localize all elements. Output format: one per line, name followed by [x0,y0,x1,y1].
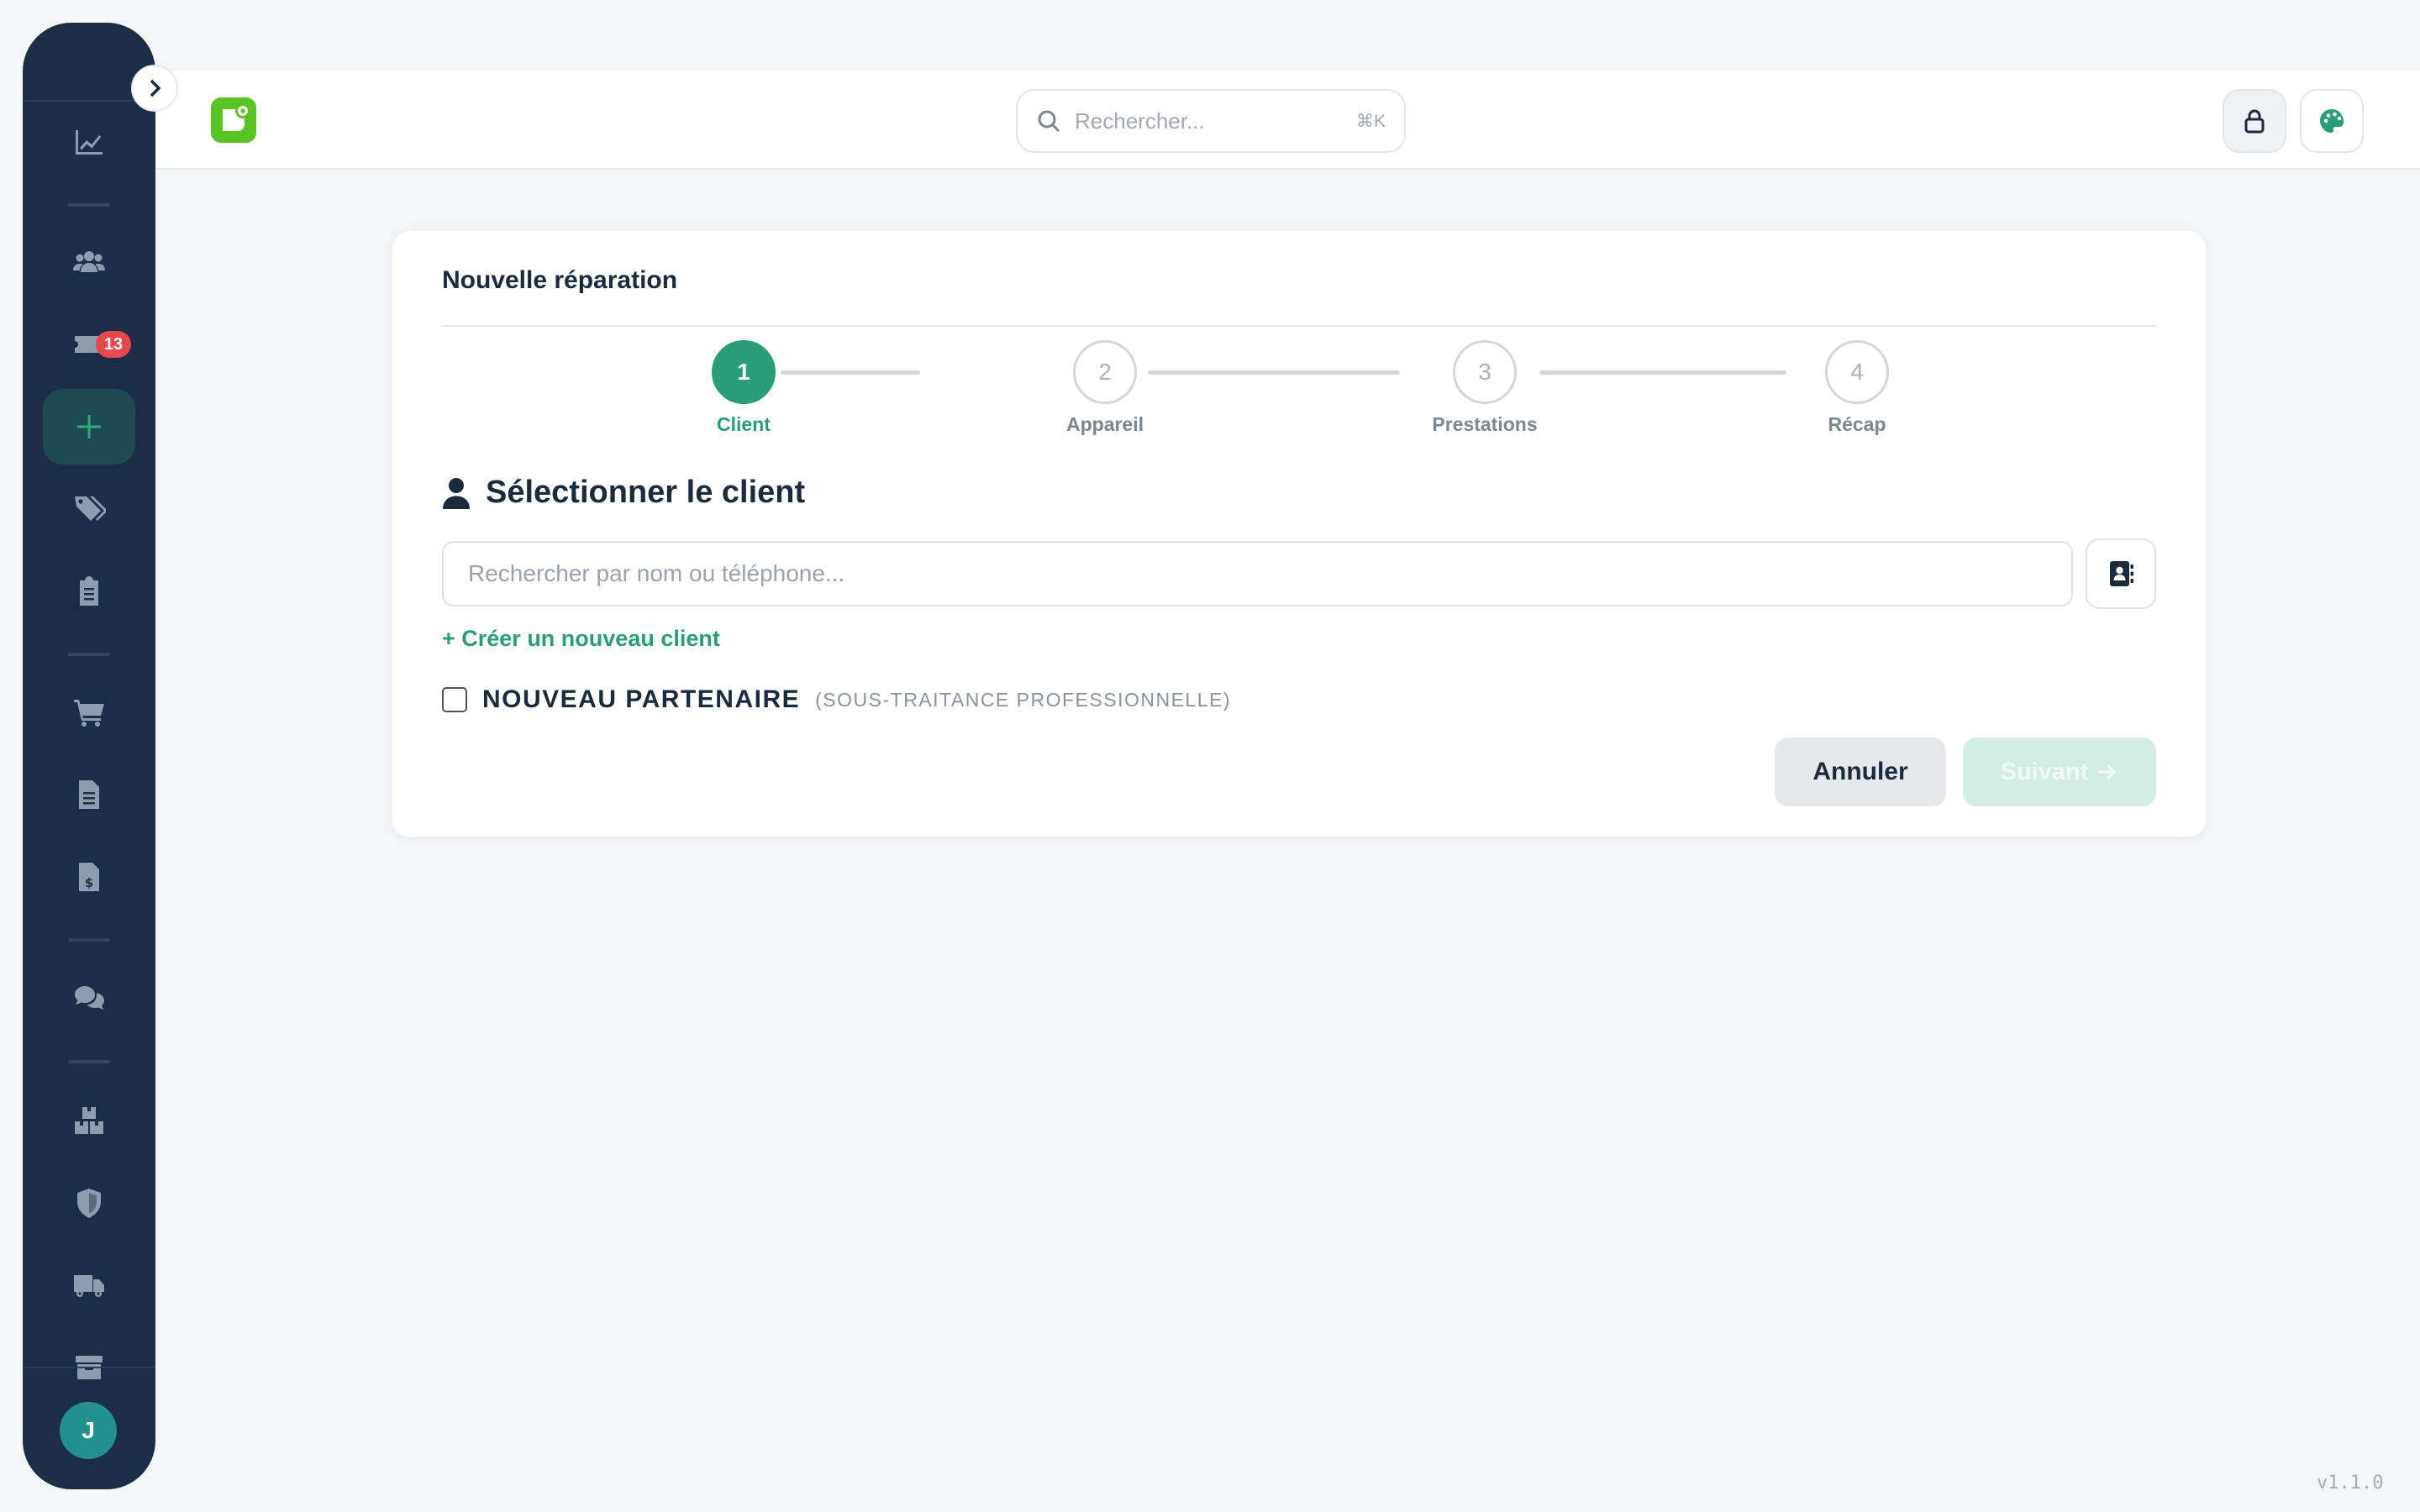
step-2-circle[interactable]: 2 [1073,340,1137,404]
file-invoice-dollar-icon: $ [79,863,99,891]
sidebar-item-warranty[interactable] [43,1165,135,1241]
users-icon [73,251,105,272]
sidebar-toggle-button[interactable] [131,65,178,112]
tags-icon [75,496,106,521]
step-3-label: Prestations [1432,413,1538,435]
clipboard-list-icon [80,576,98,606]
shield-icon [77,1189,101,1218]
step-2-label: Appareil [1065,413,1144,435]
chart-line-icon [76,130,103,155]
partner-checkbox[interactable] [442,687,467,712]
app-version: v1.1.0 [2317,1473,2384,1494]
stepper-connector [781,370,920,375]
arrow-right-icon [2098,764,2117,780]
notification-badge: 13 [96,331,131,358]
logo-icon [223,103,250,131]
sidebar-item-invoices[interactable]: $ [43,839,135,915]
cancel-button[interactable]: Annuler [1775,738,1946,806]
lock-button[interactable] [2223,89,2286,153]
file-lines-icon [79,780,99,809]
sidebar-item-tags[interactable] [43,471,135,547]
sidebar-item-clients[interactable] [43,224,135,300]
contacts-book-button[interactable] [2086,538,2156,609]
partner-checkbox-sublabel: (SOUS-TRAITANCE PROFESSIONNELLE) [815,688,1232,711]
boxes-icon [75,1107,103,1134]
truck-icon [74,1275,104,1297]
user-avatar[interactable]: J [60,1402,117,1459]
create-client-link[interactable]: + Créer un nouveau client [442,626,720,652]
partner-option: NOUVEAU PARTENAIRE (SOUS-TRAITANCE PROFE… [442,685,1231,714]
sidebar-item-messages[interactable] [43,961,135,1037]
shopping-cart-icon [74,700,104,727]
search-placeholder: Rechercher... [1075,108,1205,134]
user-icon [443,477,470,509]
sidebar-item-new-repair[interactable] [43,389,135,465]
section-title: Sélectionner le client [442,475,805,511]
stepper-connector [1539,370,1786,375]
step-3-circle[interactable]: 3 [1453,340,1517,404]
page-title: Nouvelle réparation [442,266,678,294]
search-shortcut: ⌘K [1355,111,1386,131]
stepper-connector [1148,370,1400,375]
client-search-placeholder: Rechercher par nom ou téléphone... [468,560,845,586]
sidebar-separator [68,938,110,942]
sidebar-bottom-divider [23,1367,155,1368]
global-search-input[interactable]: Rechercher... ⌘K [1016,89,1406,153]
next-button[interactable]: Suivant [1963,738,2156,806]
sidebar-item-documents[interactable] [43,757,135,832]
partner-checkbox-label[interactable]: NOUVEAU PARTENAIRE [482,685,800,714]
section-title-text: Sélectionner le client [486,475,806,510]
plus-icon [77,415,101,438]
client-search-input[interactable]: Rechercher par nom ou téléphone... [442,541,2073,606]
top-header: Rechercher... ⌘K [155,71,2420,170]
app-logo[interactable] [211,97,256,143]
sidebar-separator [68,653,110,656]
lock-icon [2244,109,2265,134]
sidebar-item-tickets[interactable]: 13 [43,307,135,382]
sidebar-separator [68,1060,110,1063]
sidebar-item-checklists[interactable] [43,554,135,629]
address-book-icon [2110,561,2133,586]
search-icon [1038,110,1060,133]
sidebar-item-inventory[interactable] [43,1083,135,1158]
cancel-button-label: Annuler [1812,758,1908,785]
step-1-label: Client [717,413,771,435]
sidebar-item-delivery[interactable] [43,1247,135,1323]
palette-icon [2320,109,2344,133]
comments-icon [75,986,104,1010]
theme-button[interactable] [2300,89,2364,153]
step-1-circle[interactable]: 1 [712,340,776,404]
step-4-circle[interactable]: 4 [1825,340,1889,404]
chevron-right-icon [150,79,161,97]
card-divider [442,325,2156,327]
sidebar-item-dashboard[interactable] [43,104,135,180]
sidebar-item-shop[interactable] [43,675,135,750]
new-repair-card: Nouvelle réparation 1 2 3 4 Client Appar… [392,231,2206,837]
step-4-label: Récap [1828,413,1886,435]
sidebar: 13 $ J [23,23,155,1489]
next-button-label: Suivant [2000,758,2089,785]
sidebar-separator [68,203,110,207]
svg-text:$: $ [85,875,93,890]
